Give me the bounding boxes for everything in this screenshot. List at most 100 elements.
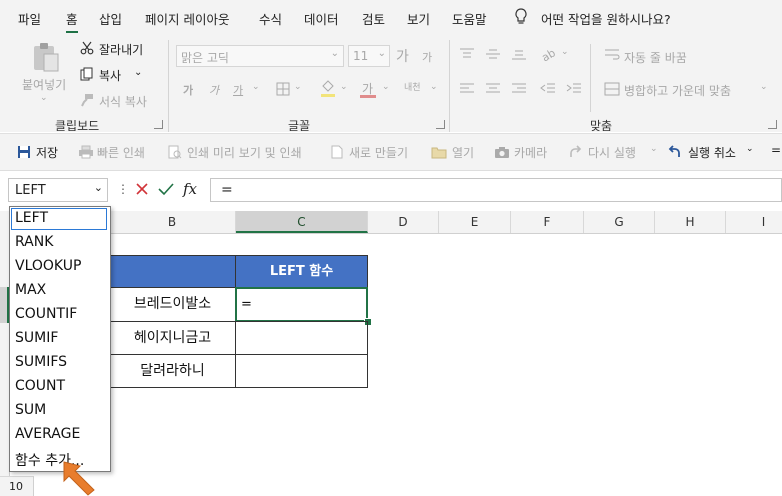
table-cell-b-name[interactable]: 브레드이발소 [109, 287, 236, 322]
customize-toolbar-icon[interactable]: = [771, 143, 781, 157]
underline-dropdown-icon[interactable]: ⌄ [252, 82, 260, 92]
table-cell-b-name[interactable]: 달려라하니 [109, 354, 236, 388]
save-button[interactable]: 저장 [36, 144, 58, 161]
fill-color-icon[interactable] [320, 80, 336, 97]
wrap-text-button[interactable]: 자동 줄 바꿈 [624, 49, 687, 66]
function-option-sum[interactable]: SUM [15, 402, 46, 418]
cancel-icon[interactable] [135, 182, 149, 196]
open-button[interactable]: 열기 [452, 144, 474, 161]
menu-insert[interactable]: 삽입 [99, 9, 122, 28]
bold-button[interactable]: 가 [183, 82, 193, 98]
chevron-down-icon[interactable]: ⌄ [94, 181, 103, 194]
cut-button[interactable]: 잘라내기 [99, 41, 143, 58]
undo-button[interactable]: 실행 취소 [688, 144, 736, 161]
fill-color-dropdown-icon[interactable]: ⌄ [340, 82, 348, 92]
merge-dropdown-icon[interactable]: ⌄ [760, 82, 768, 92]
phonetic-button[interactable]: 내천 [404, 80, 421, 93]
function-option-average[interactable]: AVERAGE [15, 426, 80, 442]
function-option-vlookup[interactable]: VLOOKUP [15, 258, 81, 274]
formula-input[interactable]: = [210, 178, 782, 202]
phonetic-dropdown-icon[interactable]: ⌄ [430, 82, 438, 92]
copy-button[interactable]: 복사 [99, 67, 121, 84]
shrink-font-button[interactable]: 가 [422, 49, 432, 65]
function-option-sumif[interactable]: SUMIF [15, 330, 58, 346]
increase-indent-icon[interactable] [566, 82, 582, 96]
menu-data[interactable]: 데이터 [304, 9, 339, 28]
insert-function-button[interactable]: fx [183, 180, 197, 198]
decrease-indent-icon[interactable] [540, 82, 556, 96]
function-option-left[interactable]: LEFT [15, 210, 48, 226]
function-option-sumifs[interactable]: SUMIFS [15, 354, 67, 370]
align-right-icon[interactable] [511, 82, 527, 96]
redo-dropdown-icon[interactable]: ⌄ [650, 144, 658, 154]
lightbulb-icon[interactable] [514, 8, 528, 26]
column-header-e[interactable]: E [439, 211, 511, 233]
row-header-selected[interactable] [0, 287, 9, 323]
menu-file[interactable]: 파일 [18, 9, 41, 28]
paste-dropdown-icon[interactable]: ⌄ [40, 93, 48, 103]
table-header-c[interactable]: LEFT 함수 [235, 255, 368, 288]
grow-font-button[interactable]: 가 [396, 46, 409, 66]
menu-help[interactable]: 도움말 [452, 9, 487, 28]
menu-view[interactable]: 보기 [407, 9, 430, 28]
table-header-b[interactable] [109, 255, 236, 288]
clipboard-launcher-icon[interactable] [154, 120, 163, 129]
font-color-dropdown-icon[interactable]: ⌄ [382, 82, 390, 92]
column-header-b[interactable]: B [109, 211, 236, 233]
italic-button[interactable]: 가 [209, 82, 219, 98]
column-header-h[interactable]: H [655, 211, 726, 233]
orientation-dropdown-icon[interactable]: ⌄ [561, 47, 569, 57]
menu-formulas[interactable]: 수식 [259, 9, 282, 28]
align-left-icon[interactable] [459, 82, 475, 96]
font-launcher-icon[interactable] [436, 120, 445, 129]
function-option-rank[interactable]: RANK [15, 234, 53, 250]
orientation-icon[interactable]: ab [540, 46, 558, 62]
active-cell-c[interactable]: = [235, 287, 368, 322]
alignment-launcher-icon[interactable] [768, 120, 777, 129]
font-size-select[interactable]: 11 ⌄ [348, 45, 390, 67]
font-name-select[interactable]: 맑은 고딕 ⌄ [176, 45, 344, 67]
column-header-g[interactable]: G [584, 211, 655, 233]
table-cell-c[interactable] [235, 354, 368, 388]
function-option-countif[interactable]: COUNTIF [15, 306, 77, 322]
redo-button[interactable]: 다시 실행 [588, 144, 636, 161]
menu-review[interactable]: 검토 [362, 9, 385, 28]
font-size-value: 11 [353, 49, 369, 63]
function-option-max[interactable]: MAX [15, 282, 46, 298]
align-center-icon[interactable] [485, 82, 501, 96]
column-header-d[interactable]: D [368, 211, 439, 233]
quick-print-icon [78, 145, 94, 159]
new-file-button[interactable]: 새로 만들기 [349, 144, 408, 161]
column-header-c[interactable]: C [236, 211, 368, 233]
column-header-i[interactable]: I [726, 211, 782, 233]
row-header-10[interactable]: 10 [0, 476, 34, 496]
quick-print-button[interactable]: 빠른 인쇄 [97, 144, 145, 161]
format-painter-button[interactable]: 서식 복사 [99, 93, 147, 110]
save-icon [17, 145, 31, 159]
column-header-f[interactable]: F [511, 211, 584, 233]
name-box[interactable]: LEFT ⌄ [8, 178, 108, 202]
enter-check-icon[interactable] [158, 182, 174, 196]
camera-button[interactable]: 카메라 [514, 144, 547, 161]
print-preview-button[interactable]: 인쇄 미리 보기 및 인쇄 [187, 144, 302, 161]
table-cell-c[interactable] [235, 321, 368, 355]
function-option-count[interactable]: COUNT [15, 378, 65, 394]
row-number: 10 [9, 480, 23, 493]
underline-button[interactable]: 가 [233, 82, 243, 98]
align-top-icon[interactable] [459, 47, 475, 61]
paste-icon[interactable] [30, 42, 62, 74]
border-dropdown-icon[interactable]: ⌄ [294, 82, 302, 92]
copy-dropdown-icon[interactable]: ⌄ [134, 67, 142, 78]
table-cell-b-name[interactable]: 헤이지니금고 [109, 321, 236, 355]
menu-home[interactable]: 홈 [66, 9, 78, 33]
chevron-down-icon: ⌄ [377, 48, 386, 59]
menu-page-layout[interactable]: 페이지 레이아웃 [145, 9, 229, 28]
align-bottom-icon[interactable] [511, 47, 527, 61]
merge-center-button[interactable]: 병합하고 가운데 맞춤 [624, 82, 731, 99]
undo-dropdown-icon[interactable]: ⌄ [746, 144, 754, 154]
border-icon[interactable] [276, 82, 290, 96]
tell-me-search[interactable]: 어떤 작업을 원하시나요? [541, 9, 671, 28]
align-middle-icon[interactable] [485, 47, 501, 61]
paste-button[interactable]: 붙여넣기 [22, 76, 66, 93]
font-group-label: 글꼴 [288, 119, 311, 133]
